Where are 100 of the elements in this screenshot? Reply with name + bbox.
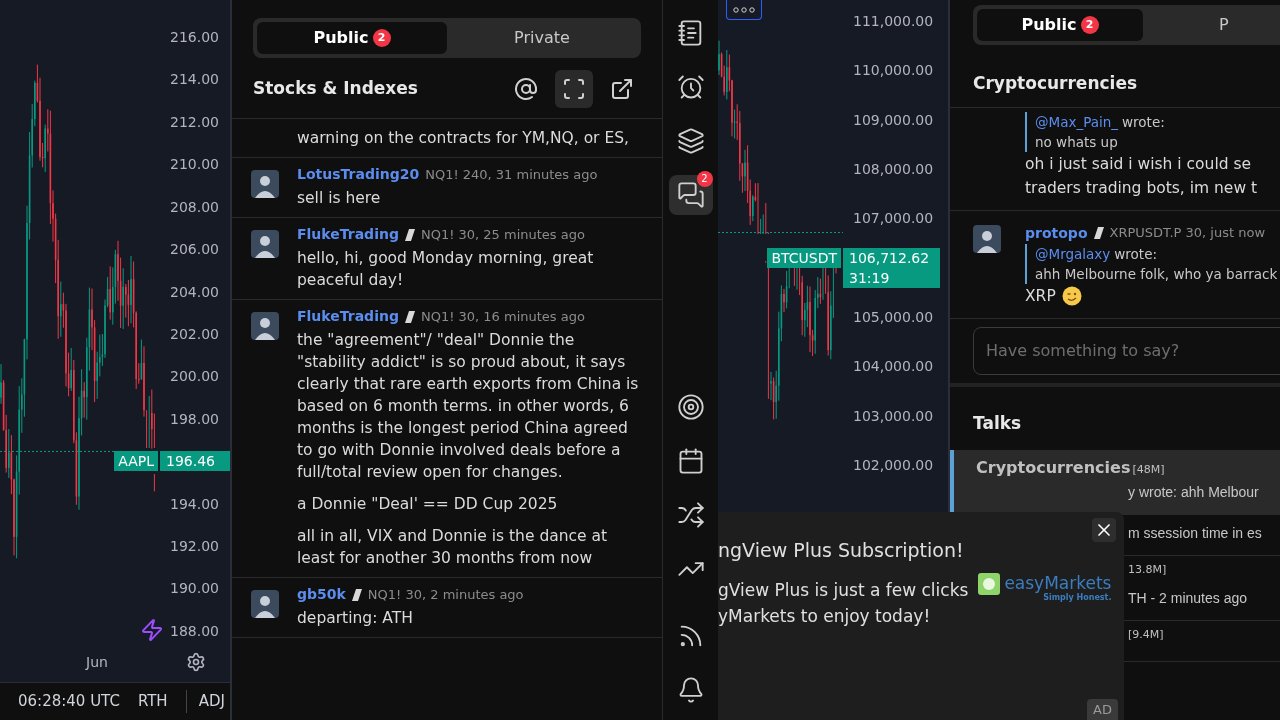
- logo-name: easyMarkets: [1004, 572, 1112, 593]
- section-title: Talks: [972, 411, 1023, 435]
- author-name[interactable]: FlukeTrading: [297, 306, 399, 327]
- target-icon: [676, 393, 705, 421]
- message-input[interactable]: Have something to say?: [973, 326, 1280, 375]
- avatar[interactable]: [973, 224, 1001, 253]
- price-label: 192.00: [169, 537, 220, 557]
- message-text: departing: ATH: [297, 608, 414, 629]
- message-text: a Donnie "Deal' == DD Cup 2025: [297, 494, 559, 515]
- message-text: XRP: [1025, 285, 1056, 307]
- price-label: 206.00: [169, 240, 220, 260]
- talk-title: Cryptocurrencies: [976, 457, 1131, 479]
- settings-icon[interactable]: [186, 652, 206, 672]
- pro-badge-icon: [351, 587, 362, 602]
- message-meta: NQ1! 30, 25 minutes ago: [420, 225, 585, 244]
- more-icon: [733, 6, 755, 13]
- message-text: warning on the contracts for YM,NQ, or ES,: [297, 128, 629, 149]
- message-meta: NQ1! 30, 2 minutes ago: [367, 585, 524, 604]
- avatar[interactable]: [251, 312, 279, 340]
- layers-icon: [676, 127, 705, 155]
- time-label: Jun: [86, 652, 108, 672]
- close-button[interactable]: [1092, 518, 1116, 542]
- message-text: traders trading bots, im new t: [1025, 177, 1258, 199]
- talk-preview: m ssession time in es: [1128, 524, 1262, 543]
- ad-title: ngView Plus Subscription!: [718, 538, 965, 563]
- price-label: 202.00: [169, 324, 220, 344]
- price-label: 109,000.00: [852, 110, 935, 130]
- ad-text: gView Plus is just a few clicks: [718, 578, 969, 602]
- price-label: 200.00: [169, 367, 220, 387]
- price-label: 198.00: [169, 409, 220, 429]
- logo-icon: [978, 572, 1001, 595]
- price-label: 107,000.00: [852, 209, 935, 229]
- talk-item[interactable]: Cryptocurrencies[48M] y wrote: ahh Melbour: [950, 450, 1280, 515]
- tab[interactable]: Public 2: [257, 22, 447, 54]
- price-label: 194.00: [169, 494, 220, 514]
- price-label: 103,000.00: [852, 406, 935, 426]
- message-text: all in all, VIX and Donnie is the dance at least for another 30 months from now: [297, 526, 609, 569]
- fullscreen-button[interactable]: [555, 70, 593, 108]
- price-label: 104,000.00: [852, 357, 935, 377]
- message-text: the "agreement"/ "deal" Donnie the "stability addict" is so proud about, it says clearly that rare earth exports from China is based on 6 month terms. in other words, 6 months is the longest period China agreed to go with Donnie involved deals before a full/total review open for changes.: [297, 330, 640, 483]
- talk-count: [48M]: [1132, 462, 1165, 478]
- quote-text: no whats up: [1035, 132, 1119, 152]
- author-name[interactable]: protopo: [1025, 222, 1088, 244]
- message-meta: NQ1! 240, 31 minutes ago: [425, 165, 598, 184]
- room-title: Stocks & Indexes: [253, 77, 418, 101]
- talk-count: [9.4M]: [1128, 627, 1164, 643]
- session-toggle[interactable]: ADJ: [185, 690, 229, 713]
- price-value: 196.46: [166, 452, 216, 472]
- price-label: 110,000.00: [852, 61, 935, 81]
- avatar[interactable]: [251, 170, 279, 198]
- author-name[interactable]: LotusTrading20: [297, 164, 420, 185]
- winking-face-icon: [1061, 285, 1082, 306]
- more-button[interactable]: [726, 0, 762, 20]
- price-label: 214.00: [169, 70, 220, 90]
- quote-text: ahh Melbourne folk, who ya barrack: [1035, 264, 1278, 284]
- alarm-clock-icon: [676, 73, 705, 101]
- quote-label: wrote:: [1122, 112, 1165, 132]
- price-label: 111,000.00: [852, 12, 935, 31]
- tab[interactable]: P: [1143, 9, 1280, 41]
- mention-link[interactable]: @Mrgalaxy: [1035, 243, 1111, 264]
- quote-label: wrote:: [1114, 244, 1157, 264]
- logo-tagline: Simply Honest.: [1043, 592, 1112, 603]
- crossing-arrows-icon: [676, 501, 705, 529]
- price-label: 216.00: [169, 28, 220, 47]
- fullscreen-icon: [562, 77, 586, 101]
- author-name[interactable]: FlukeTrading: [297, 224, 399, 245]
- pro-badge-icon: [404, 227, 415, 242]
- talk-count: 13.8M]: [1128, 562, 1167, 578]
- mention-link[interactable]: @Max_Pain_: [1035, 111, 1119, 132]
- unread-badge: 2: [696, 171, 713, 187]
- unread-badge: 2: [1080, 16, 1099, 34]
- price-value: 106,712.62: [849, 248, 931, 268]
- author-name[interactable]: gb50k: [297, 584, 346, 605]
- message-meta: NQ1! 30, 16 minutes ago: [420, 307, 585, 326]
- lightning-icon[interactable]: [140, 618, 164, 642]
- talk-preview: TH - 2 minutes ago: [1128, 589, 1248, 608]
- price-label: 204.00: [169, 282, 220, 302]
- pro-badge-icon: [1093, 226, 1104, 240]
- room-title: Cryptocurrencies: [972, 72, 1139, 95]
- price-label: 102,000.00: [852, 455, 935, 475]
- bar-countdown: 31:19: [849, 268, 891, 288]
- chat-icon: [676, 181, 705, 209]
- message-text: sell is here: [297, 188, 382, 209]
- price-label: 108,000.00: [852, 160, 935, 179]
- clock: 06:28:40 UTC: [18, 691, 120, 713]
- price-label: 190.00: [169, 579, 220, 599]
- avatar[interactable]: [251, 230, 279, 258]
- message-text: hello, hi, good Monday morning, great peaceful day!: [297, 248, 595, 291]
- symbol-tag: BTCUSDT: [767, 247, 841, 268]
- avatar[interactable]: [251, 590, 279, 618]
- message-meta: XRPUSDT.P 30, just now: [1109, 224, 1266, 243]
- price-label: 212.00: [169, 112, 220, 132]
- tab[interactable]: Public 2: [977, 9, 1143, 41]
- session-toggle[interactable]: RTH: [133, 690, 172, 713]
- tab[interactable]: Private: [447, 22, 637, 54]
- price-label: 210.00: [169, 155, 220, 175]
- price-label: 105,000.00: [852, 307, 935, 327]
- ad-text: yMarkets to enjoy today!: [718, 604, 932, 628]
- at-sign-icon: [514, 77, 538, 101]
- message-text: oh i just said i wish i could se: [1025, 153, 1253, 175]
